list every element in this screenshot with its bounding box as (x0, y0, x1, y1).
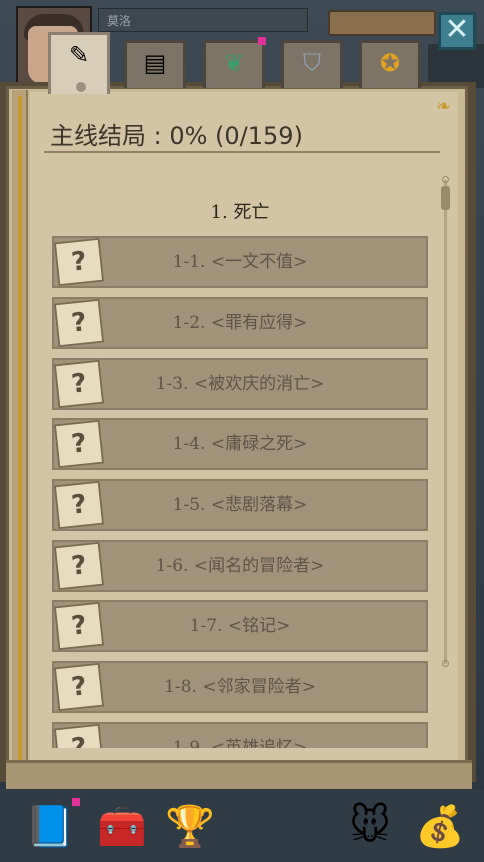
ending-label: 1-9. <英雄追忆> (172, 738, 308, 748)
book-icon: 📘 (25, 803, 75, 850)
ending-item[interactable]: ? 1-1. <一文不值> (52, 236, 428, 288)
character-name-bar: 莫洛 (98, 8, 308, 32)
coin-bag-icon: 💰 (415, 803, 465, 850)
ending-label: 1-8. <邻家冒险者> (164, 677, 316, 697)
ending-label: 1-2. <罪有应得> (172, 313, 308, 333)
close-button[interactable]: ✕ (438, 12, 476, 50)
notification-badge (258, 37, 266, 45)
scrollbar-thumb[interactable] (441, 186, 450, 210)
treasure-chest-icon: 🧰 (97, 803, 147, 850)
ending-item[interactable]: ? 1-9. <英雄追忆> (52, 722, 428, 748)
section-title: 1. 死亡 (210, 202, 270, 223)
inventory-button[interactable]: 🧰 (92, 798, 152, 854)
achievements-button[interactable]: 🏆 (160, 798, 220, 854)
tab-leaf[interactable]: ❦ (203, 37, 266, 88)
ending-item[interactable]: ? 1-8. <邻家冒险者> (52, 661, 428, 713)
ending-label: 1-1. <一文不值> (172, 252, 308, 272)
armor-icon: ⛉ (303, 49, 321, 77)
ending-item[interactable]: ? 1-5. <悲剧落幕> (52, 479, 428, 531)
map-icon: ▤ (143, 49, 167, 77)
notification-badge (72, 798, 80, 806)
book-page-edge (6, 760, 472, 789)
journal-button[interactable]: 📘 (20, 798, 80, 854)
book-spine-trim (18, 96, 22, 760)
leaf-icon: ❦ (223, 49, 245, 77)
page-title: 主线结局 : 0% (0/159) (50, 122, 303, 150)
endings-list[interactable]: 1. 死亡 ? 1-1. <一文不值> ? 1-2. <罪有应得> ? 1-3.… (50, 170, 434, 748)
ending-item[interactable]: ? 1-2. <罪有应得> (52, 297, 428, 349)
quill-scroll-icon: ✎ (68, 41, 90, 69)
trophy-icon: 🏆 (165, 803, 215, 850)
ending-label: 1-4. <庸碌之死> (172, 434, 308, 454)
medal-icon: ✪ (379, 49, 401, 77)
ending-label: 1-7. <铭记> (189, 616, 291, 636)
title-divider (44, 151, 440, 153)
corner-ornament-icon: ❧ (436, 96, 452, 117)
ending-item[interactable]: ? 1-3. <被欢庆的消亡> (52, 358, 428, 410)
ending-label: 1-5. <悲剧落幕> (172, 495, 308, 515)
ending-label: 1-3. <被欢庆的消亡> (155, 374, 325, 394)
scrollbar-track[interactable] (444, 180, 447, 664)
scroll-icon (328, 10, 436, 36)
companion-button[interactable]: 🐭 (340, 798, 400, 854)
shop-button[interactable]: 💰 (410, 798, 470, 854)
scrollbar-bottom-cap (442, 660, 449, 667)
ending-item[interactable]: ? 1-4. <庸碌之死> (52, 418, 428, 470)
tab-indicator-dot (76, 82, 86, 92)
tab-armor[interactable]: ⛉ (281, 40, 343, 88)
scrollbar-top-cap (442, 176, 449, 183)
mouse-chef-icon: 🐭 (349, 803, 391, 849)
tab-map[interactable]: ▤ (124, 40, 186, 88)
tab-medal[interactable]: ✪ (359, 40, 421, 88)
ending-label: 1-6. <闻名的冒险者> (155, 556, 325, 576)
ending-item[interactable]: ? 1-6. <闻名的冒险者> (52, 540, 428, 592)
ending-item[interactable]: ? 1-7. <铭记> (52, 600, 428, 652)
